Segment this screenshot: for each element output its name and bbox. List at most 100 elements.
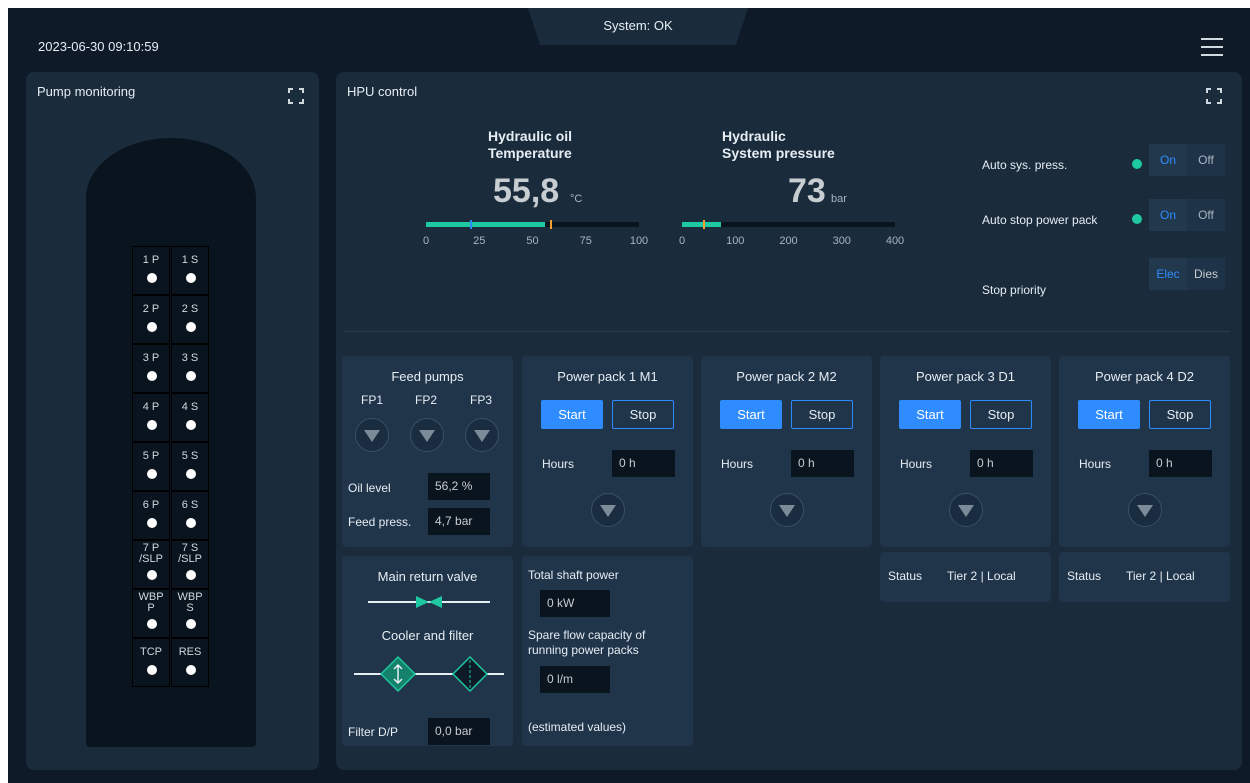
return-valve-card: Main return valve Cooler and filter Filt… [342, 556, 513, 746]
oil-level-label: Oil level [348, 481, 391, 495]
hours-value: 0 h [1149, 450, 1212, 477]
pump-cell[interactable]: 4 S [171, 393, 209, 442]
stop-button[interactable]: Stop [612, 400, 674, 429]
expand-icon[interactable] [288, 88, 304, 104]
pump-cell[interactable]: 4 P [132, 393, 170, 442]
feed-pumps-card: Feed pumps FP1 FP2 FP3 Oil level 56,2 % … [342, 356, 513, 547]
pump-cell[interactable]: 1 P [132, 246, 170, 295]
power-pack-pump-icon[interactable] [591, 493, 625, 527]
pump-status-dot [186, 665, 196, 675]
pump-label: TCP [140, 646, 162, 658]
oil-temp-low-marker [470, 220, 472, 229]
pump-cell[interactable]: 1 S [171, 246, 209, 295]
pump-cell[interactable]: TCP [132, 638, 170, 687]
estimated-note: (estimated values) [528, 720, 627, 734]
pump-cell[interactable]: 2 S [171, 295, 209, 344]
pump-cell[interactable]: 5 S [171, 442, 209, 491]
power-pack-3-status: Status Tier 2 | Local [880, 552, 1051, 602]
stop-button[interactable]: Stop [970, 400, 1032, 429]
gauge-tick-label: 0 [422, 235, 430, 247]
pump-status-dot [186, 619, 196, 629]
start-button[interactable]: Start [541, 400, 603, 429]
toggle-off[interactable]: Off [1187, 144, 1225, 176]
oil-temp-value: 55,8 [493, 172, 560, 210]
gauge-tick-label: 75 [579, 235, 592, 247]
pump-cell[interactable]: 3 S [171, 344, 209, 393]
gauge-tick-label: 100 [726, 235, 745, 247]
stop-priority-toggle[interactable]: Elec Dies [1149, 258, 1225, 290]
stop-button[interactable]: Stop [791, 400, 853, 429]
pump-label: 6 S [181, 499, 199, 511]
card-title: Feed pumps [391, 369, 464, 384]
cooler-filter-icon[interactable] [354, 654, 504, 694]
pump-cell[interactable]: 7 S /SLP [171, 540, 209, 589]
card-title: Power pack 2 M2 [736, 369, 837, 384]
pump-cell[interactable]: 6 S [171, 491, 209, 540]
oil-temp-high-marker [550, 220, 552, 229]
sys-press-marker [703, 220, 705, 229]
pump-status-dot [186, 420, 196, 430]
auto-stop-toggle[interactable]: On Off [1149, 199, 1225, 231]
pump-label: 2 S [181, 303, 199, 315]
start-button[interactable]: Start [1078, 400, 1140, 429]
gauge-tick-label: 100 [629, 235, 649, 247]
toggle-off[interactable]: Off [1187, 199, 1225, 231]
valve-icon[interactable] [368, 594, 490, 610]
pump-cell[interactable]: RES [171, 638, 209, 687]
pump-status-dot [186, 570, 196, 580]
toggle-dies[interactable]: Dies [1187, 258, 1225, 290]
pump-cell[interactable]: WBP P [132, 589, 170, 638]
start-button[interactable]: Start [720, 400, 782, 429]
pump-label: 5 S [181, 450, 199, 462]
power-pack-2-card: Power pack 2 M2 Start Stop Hours 0 h [701, 356, 872, 547]
toggle-on[interactable]: On [1149, 144, 1187, 176]
expand-icon[interactable] [1206, 88, 1222, 104]
gauge-tick-label: 50 [526, 235, 539, 247]
gauge-tick-label: 25 [473, 235, 486, 247]
pump-cell[interactable]: 7 P /SLP [132, 540, 170, 589]
pump-status-dot [186, 322, 196, 332]
status-label: Status [1067, 569, 1102, 583]
sys-press-title: Hydraulic System pressure [722, 128, 835, 161]
pump-label: 7 P /SLP [139, 542, 163, 565]
pump-cell[interactable]: WBP S [171, 589, 209, 638]
fp2-pump-icon[interactable] [410, 418, 444, 452]
pump-cell[interactable]: 3 P [132, 344, 170, 393]
datetime: 2023-06-30 09:10:59 [38, 39, 159, 54]
oil-temp-bar [426, 220, 639, 229]
pump-label: 1 S [181, 254, 199, 266]
gauge-tick-label: 0 [678, 235, 686, 247]
pump-status-dot [147, 420, 157, 430]
pump-status-dot [147, 518, 157, 528]
pump-cell[interactable]: 6 P [132, 491, 170, 540]
toggle-on[interactable]: On [1149, 199, 1187, 231]
power-pack-pump-icon[interactable] [949, 493, 983, 527]
pump-label: 4 S [181, 401, 199, 413]
pump-cell[interactable]: 2 P [132, 295, 170, 344]
pump-status-dot [147, 619, 157, 629]
hours-label: Hours [900, 457, 933, 471]
oil-level-value: 56,2 % [428, 473, 490, 500]
fp1-pump-icon[interactable] [355, 418, 389, 452]
power-pack-4-card: Power pack 4 D2 Start Stop Hours 0 h [1059, 356, 1230, 547]
menu-icon[interactable] [1201, 38, 1223, 58]
gauge-tick-label: 400 [885, 235, 905, 247]
toggle-elec[interactable]: Elec [1149, 258, 1187, 290]
pump-status-dot [147, 273, 157, 283]
pump-cell[interactable]: 5 P [132, 442, 170, 491]
card-title: Power pack 4 D2 [1095, 369, 1194, 384]
power-pack-pump-icon[interactable] [770, 493, 804, 527]
start-button[interactable]: Start [899, 400, 961, 429]
pump-label: 7 S /SLP [178, 542, 202, 565]
power-pack-3-card: Power pack 3 D1 Start Stop Hours 0 h [880, 356, 1051, 547]
pump-status-dot [147, 665, 157, 675]
shaft-power-label: Total shaft power [528, 568, 619, 582]
status-label: Status [888, 569, 923, 583]
fp3-pump-icon[interactable] [465, 418, 499, 452]
sys-press-unit: bar [831, 193, 847, 205]
auto-sys-press-toggle[interactable]: On Off [1149, 144, 1225, 176]
power-pack-pump-icon[interactable] [1128, 493, 1162, 527]
system-status-text: System: OK [603, 18, 673, 33]
stop-button[interactable]: Stop [1149, 400, 1211, 429]
pump-status-dot [186, 371, 196, 381]
